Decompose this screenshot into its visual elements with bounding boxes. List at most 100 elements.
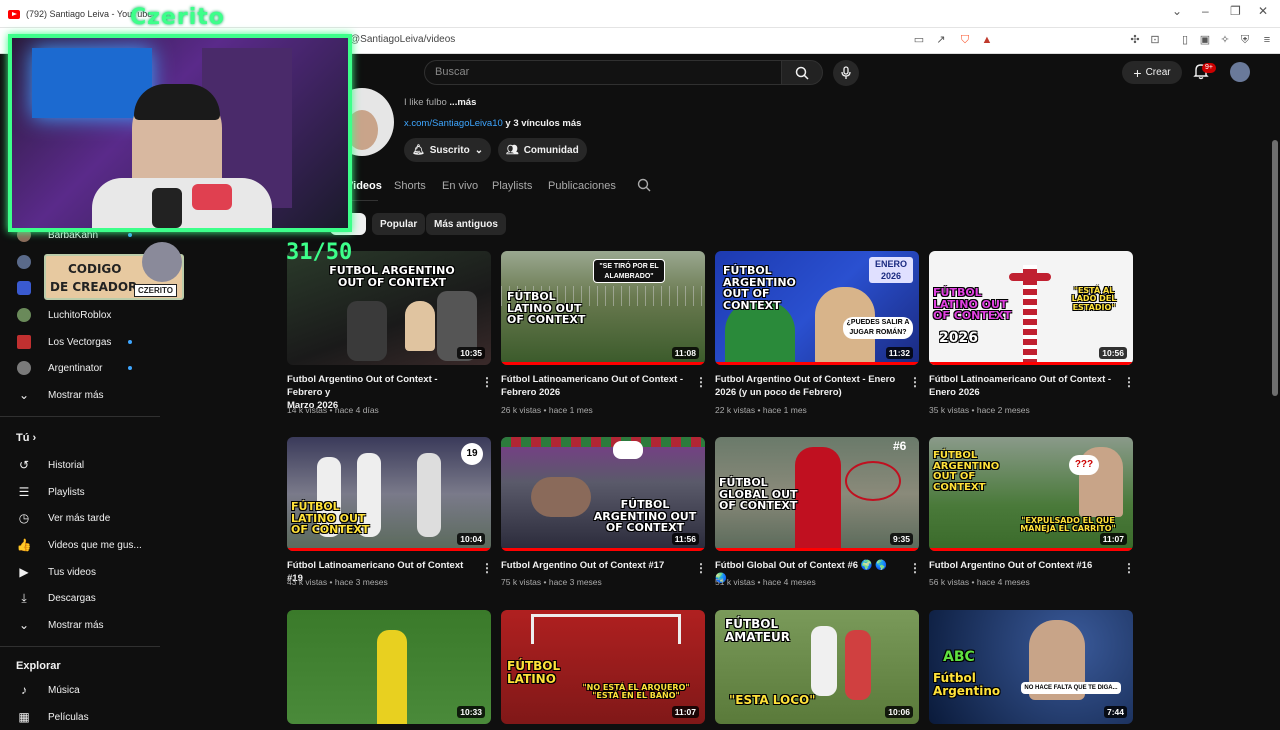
chip-oldest[interactable]: Más antiguos (426, 213, 506, 235)
brave-shield-icon[interactable]: ⛉ (958, 33, 972, 47)
minimize-icon[interactable]: – (1202, 4, 1209, 18)
sidebar-item-movies[interactable]: ▦ Películas (0, 704, 160, 730)
thumbnail-text: FÚTBOL LATINO OUT OF CONTEXT (291, 500, 370, 537)
video-meta: 43 k vistas • hace 3 meses (287, 577, 388, 587)
sidebar-item-downloads[interactable]: ⤓ Descargas (0, 585, 160, 611)
tab-playlists[interactable]: Playlists (492, 180, 532, 192)
video-thumbnail[interactable]: ??? FÚTBOL ARGENTINO OUT OF CONTEXT "EXP… (929, 437, 1133, 551)
more-options-icon[interactable]: ⋮ (481, 561, 493, 575)
more-options-icon[interactable]: ⋮ (909, 561, 921, 575)
sidebar-item-label: Mostrar más (48, 619, 104, 631)
search-button[interactable] (781, 60, 823, 85)
scrollbar-thumb[interactable] (1272, 140, 1278, 396)
creator-code-line: DE CREADOR (50, 280, 138, 294)
sidebar-sub-item[interactable]: LuchitoRoblox (0, 302, 160, 328)
tab-shorts[interactable]: Shorts (394, 180, 426, 192)
video-thumbnail[interactable]: FÚTBOL AMATEUR "ESTA LOCO" 10:06 (715, 610, 919, 724)
video-title[interactable]: Fútbol Latinoamericano Out of Context -E… (929, 373, 1115, 399)
sidebar-item-label: Tus videos (48, 566, 96, 578)
thumbnail-text: Fútbol Argentino (933, 671, 1001, 698)
more-options-icon[interactable]: ⋮ (909, 375, 921, 389)
video-thumbnail[interactable]: ABC Fútbol Argentino NO HACE FALTA QUE T… (929, 610, 1133, 724)
video-thumbnail[interactable]: #6 FÚTBOL GLOBAL OUT OF CONTEXT 9:35 (715, 437, 919, 551)
chevron-down-icon: ⌄ (474, 144, 484, 156)
sidebar-item-label: Películas (48, 711, 89, 723)
extensions-icon[interactable]: ✣ (1128, 33, 1142, 47)
sidebar-item-label: Videos que me gus... (48, 539, 142, 551)
sidebar-you-heading[interactable]: Tú › (16, 432, 36, 444)
video-meta: 75 k vistas • hace 3 meses (501, 577, 602, 587)
sidebar-item-liked[interactable]: 👍 Videos que me gus... (0, 532, 160, 558)
watch-progress (501, 362, 705, 365)
sidebar-show-more[interactable]: ⌄ Mostrar más (0, 382, 160, 408)
video-title[interactable]: Futbol Argentino Out of Context #16 (929, 559, 1115, 572)
menu-icon[interactable]: ≡ (1260, 33, 1274, 47)
video-thumbnail[interactable]: 10:33 (287, 610, 491, 724)
streamer-name: Czerito (130, 5, 225, 30)
creator-code-line: CODIGO (68, 262, 122, 276)
video-title[interactable]: Fútbol Latinoamericano Out of Context -F… (501, 373, 687, 399)
user-avatar[interactable] (1230, 62, 1250, 82)
sidebar-sub-item[interactable]: Argentinator (0, 355, 160, 381)
vpn-icon[interactable]: ⛨ (1238, 33, 1252, 47)
more-links[interactable]: y 3 vínculos más (503, 118, 581, 129)
thumbnail-text: FÚTBOL ARGENTINO OUT OF CONTEXT (723, 264, 796, 312)
watch-progress (929, 548, 1133, 551)
sidebar-item-playlists[interactable]: ☰ Playlists (0, 479, 160, 505)
video-thumbnail[interactable]: "SE TIRÓ POR EL ALAMBRADO" FÚTBOL LATINO… (501, 251, 705, 365)
wallet-icon[interactable]: ▣ (1198, 33, 1212, 47)
tab-posts[interactable]: Publicaciones (548, 180, 616, 192)
thumbnail-text: FÚTBOL LATINO OUT OF CONTEXT (933, 286, 1012, 323)
video-thumbnail[interactable]: FÚTBOL LATINO "NO ESTÁ EL ARQUERO" "ESTÁ… (501, 610, 705, 724)
search-input[interactable]: Buscar (424, 60, 782, 85)
voice-search-button[interactable] (833, 60, 859, 86)
leo-icon[interactable]: ✧ (1218, 33, 1232, 47)
video-thumbnail[interactable]: FÚTBOL LATINO OUT OF CONTEXT 2026 "ESTÁ … (929, 251, 1133, 365)
sidebar-item-label: Mostrar más (48, 389, 104, 401)
sidebar-item-watch-later[interactable]: ◷ Ver más tarde (0, 505, 160, 531)
more-options-icon[interactable]: ⋮ (1123, 561, 1135, 575)
divider (0, 646, 160, 647)
install-icon[interactable]: ▭ (912, 33, 926, 47)
restore-icon[interactable]: ❐ (1230, 4, 1241, 18)
create-button[interactable]: + Crear (1122, 61, 1182, 84)
chevron-down-icon[interactable]: ⌄ (1172, 4, 1182, 18)
sidebar-item-your-videos[interactable]: ▶ Tus videos (0, 559, 160, 585)
channel-description[interactable]: I like fulbo ...más (404, 97, 476, 108)
channel-link[interactable]: x.com/SantiagoLeiva10 (404, 118, 503, 129)
sidebar-sub-item[interactable]: Los Vectorgas (0, 329, 160, 355)
video-thumbnail[interactable]: ENERO 2026 ¿PUEDES SALIR A JUGAR ROMÁN? … (715, 251, 919, 365)
sidebar-icon[interactable]: ▯ (1178, 33, 1192, 47)
more-options-icon[interactable]: ⋮ (481, 375, 493, 389)
sidebar-item-historial[interactable]: ↺ Historial (0, 452, 160, 478)
history-icon: ↺ (18, 458, 30, 472)
video-thumbnail[interactable]: 19 FÚTBOL LATINO OUT OF CONTEXT 10:04 (287, 437, 491, 551)
video-title[interactable]: Futbol Argentino Out of Context #17 (501, 559, 687, 572)
creator-tag: CZERITO (134, 284, 177, 297)
more-options-icon[interactable]: ⋮ (695, 375, 707, 389)
video-title[interactable]: Futbol Argentino Out of Context - Enero 2… (715, 373, 901, 399)
community-button[interactable]: 👥︎ Comunidad (498, 138, 587, 162)
more-options-icon[interactable]: ⋮ (695, 561, 707, 575)
thumbnail-abc: ABC (943, 649, 975, 665)
tab-live[interactable]: En vivo (442, 180, 478, 192)
close-icon[interactable]: ✕ (1258, 4, 1268, 18)
sidebar-show-more[interactable]: ⌄ Mostrar más (0, 612, 160, 638)
sidebar-item-music[interactable]: ♪ Música (0, 677, 160, 703)
rewards-icon[interactable]: ▲ (980, 33, 994, 47)
share-icon[interactable]: ↗ (934, 33, 948, 47)
video-thumbnail[interactable]: FÚTBOL ARGENTINO OUT OF CONTEXT 11:56 (501, 437, 705, 551)
subscribed-button[interactable]: 🔔︎ Suscrito ⌄ (404, 138, 492, 162)
screenshot-icon[interactable]: ⊡ (1148, 33, 1162, 47)
video-duration: 11:07 (1099, 533, 1127, 545)
more-options-icon[interactable]: ⋮ (1123, 375, 1135, 389)
channel-search-icon[interactable] (637, 178, 651, 197)
chip-popular[interactable]: Popular (372, 213, 426, 235)
avatar (17, 308, 31, 322)
video-meta: 56 k vistas • hace 4 meses (929, 577, 1030, 587)
thumbnail-bubble: ¿PUEDES SALIR A JUGAR ROMÁN? (843, 317, 913, 339)
video-duration: 10:35 (457, 347, 485, 359)
mic-icon (841, 66, 851, 79)
thumbnail-text: FUTBOL ARGENTINO OUT OF CONTEXT (329, 264, 455, 289)
video-thumbnail[interactable]: FUTBOL ARGENTINO OUT OF CONTEXT 10:35 (287, 251, 491, 365)
